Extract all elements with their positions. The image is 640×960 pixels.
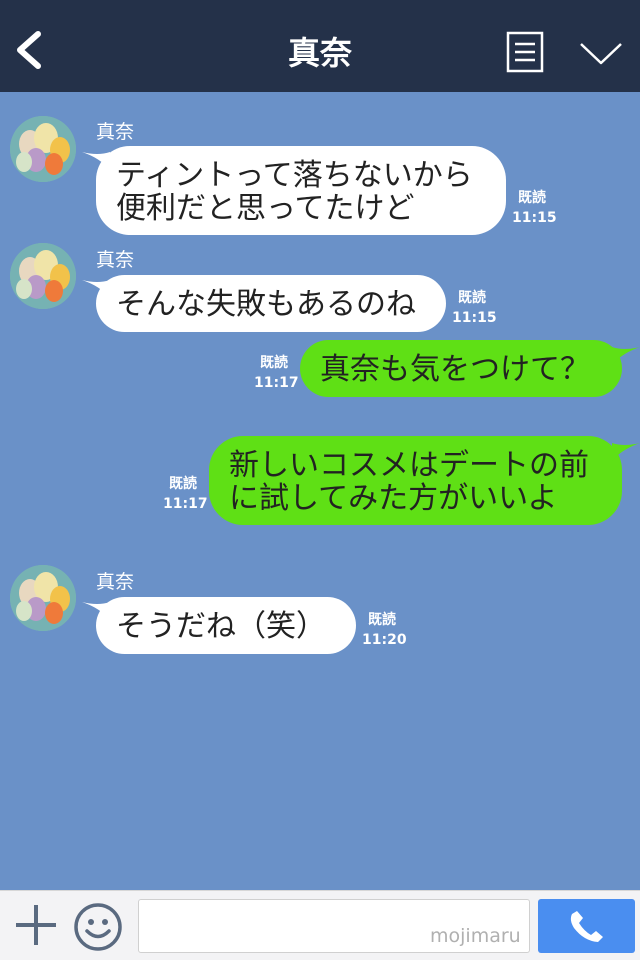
message-time: 11:17 [163,496,208,512]
phone-icon [570,911,603,942]
message-line: 新しいコスメはデートの前 [229,448,589,483]
watermark: mojimaru [430,925,521,947]
collapse-button[interactable] [578,38,624,68]
chevron-down-icon [580,43,622,65]
message-time: 11:20 [362,632,407,648]
avatar[interactable] [10,116,76,182]
message-time: 11:15 [452,310,497,326]
sender-name: 真奈 [96,121,135,143]
message-meta: 既読 11:17 [163,474,208,514]
message-line: に試してみた方がいいよ [229,481,558,516]
smiley-icon [74,903,122,951]
sender-name: 真奈 [96,571,135,593]
emoji-button[interactable] [72,901,124,953]
balloons-avatar-icon [10,565,76,631]
read-receipt: 既読 [458,290,486,306]
sender-name: 真奈 [96,249,135,271]
message-time: 11:17 [254,375,299,391]
bubble-tail [612,443,640,461]
message-line: ティントって落ちないから [116,158,473,193]
message-meta: 既読 11:17 [254,353,299,393]
message-line: 真奈も気をつけて？ [320,352,590,387]
avatar[interactable] [10,243,76,309]
add-button[interactable] [14,903,58,947]
message-meta: 既読 11:20 [362,610,407,650]
chat-title: 真奈 [287,34,352,72]
read-receipt: 既読 [169,476,197,492]
message-bubble[interactable]: 真奈も気をつけて？ [300,340,622,397]
message-meta: 既読 11:15 [512,188,557,228]
balloons-avatar-icon [10,116,76,182]
message-meta: 既読 11:15 [452,288,497,328]
notes-icon [506,31,544,73]
message-bubble[interactable]: そんな失敗もあるのね [96,275,446,332]
plus-icon [16,905,56,945]
notes-button[interactable] [506,31,544,73]
chat-header: 真奈 [0,0,640,92]
call-button[interactable] [538,899,635,953]
bubble-tail [612,347,640,365]
message-line: そんな失敗もあるのね [116,287,416,322]
message-time: 11:15 [512,210,557,226]
read-receipt: 既読 [368,612,396,628]
read-receipt: 既読 [518,190,546,206]
message-line: そうだね（笑） [116,609,326,644]
balloons-avatar-icon [10,243,76,309]
message-composer: mojimaru [0,890,640,960]
read-receipt: 既読 [260,355,288,371]
message-bubble[interactable]: 新しいコスメはデートの前 に試してみた方がいいよ [209,436,622,525]
message-bubble[interactable]: そうだね（笑） [96,597,356,654]
message-bubble[interactable]: ティントって落ちないから 便利だと思ってたけど [96,146,506,235]
avatar[interactable] [10,565,76,631]
message-line: 便利だと思ってたけど [116,191,415,226]
